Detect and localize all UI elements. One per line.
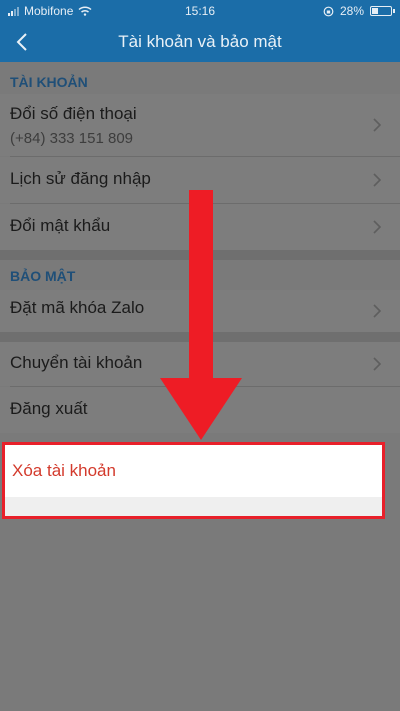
chevron-right-icon	[373, 357, 382, 371]
delete-account-label: Xóa tài khoản	[12, 461, 116, 480]
section-header-account: TÀI KHOẢN	[0, 62, 400, 94]
delete-account-row[interactable]: Xóa tài khoản	[5, 445, 382, 497]
battery-icon	[370, 6, 395, 16]
arrow-down-icon	[160, 190, 242, 440]
chevron-right-icon	[373, 304, 382, 318]
change-phone-row[interactable]: Đổi số điện thoại (+84) 333 151 809	[0, 94, 400, 156]
phone-number-value: (+84) 333 151 809	[10, 130, 134, 147]
status-bar: Mobifone 15:16 28%	[0, 0, 400, 22]
chevron-right-icon	[373, 173, 382, 187]
change-phone-label: Đổi số điện thoại	[10, 104, 137, 123]
battery-percent: 28%	[339, 4, 364, 18]
rotation-lock-icon	[323, 6, 334, 16]
login-history-label: Lịch sử đăng nhập	[10, 169, 151, 188]
nav-bar: Tài khoản và bảo mật	[0, 22, 400, 62]
chevron-right-icon	[373, 118, 382, 132]
page-title: Tài khoản và bảo mật	[118, 32, 282, 51]
chevron-right-icon	[373, 220, 382, 234]
delete-account-highlight: Xóa tài khoản	[2, 442, 385, 519]
